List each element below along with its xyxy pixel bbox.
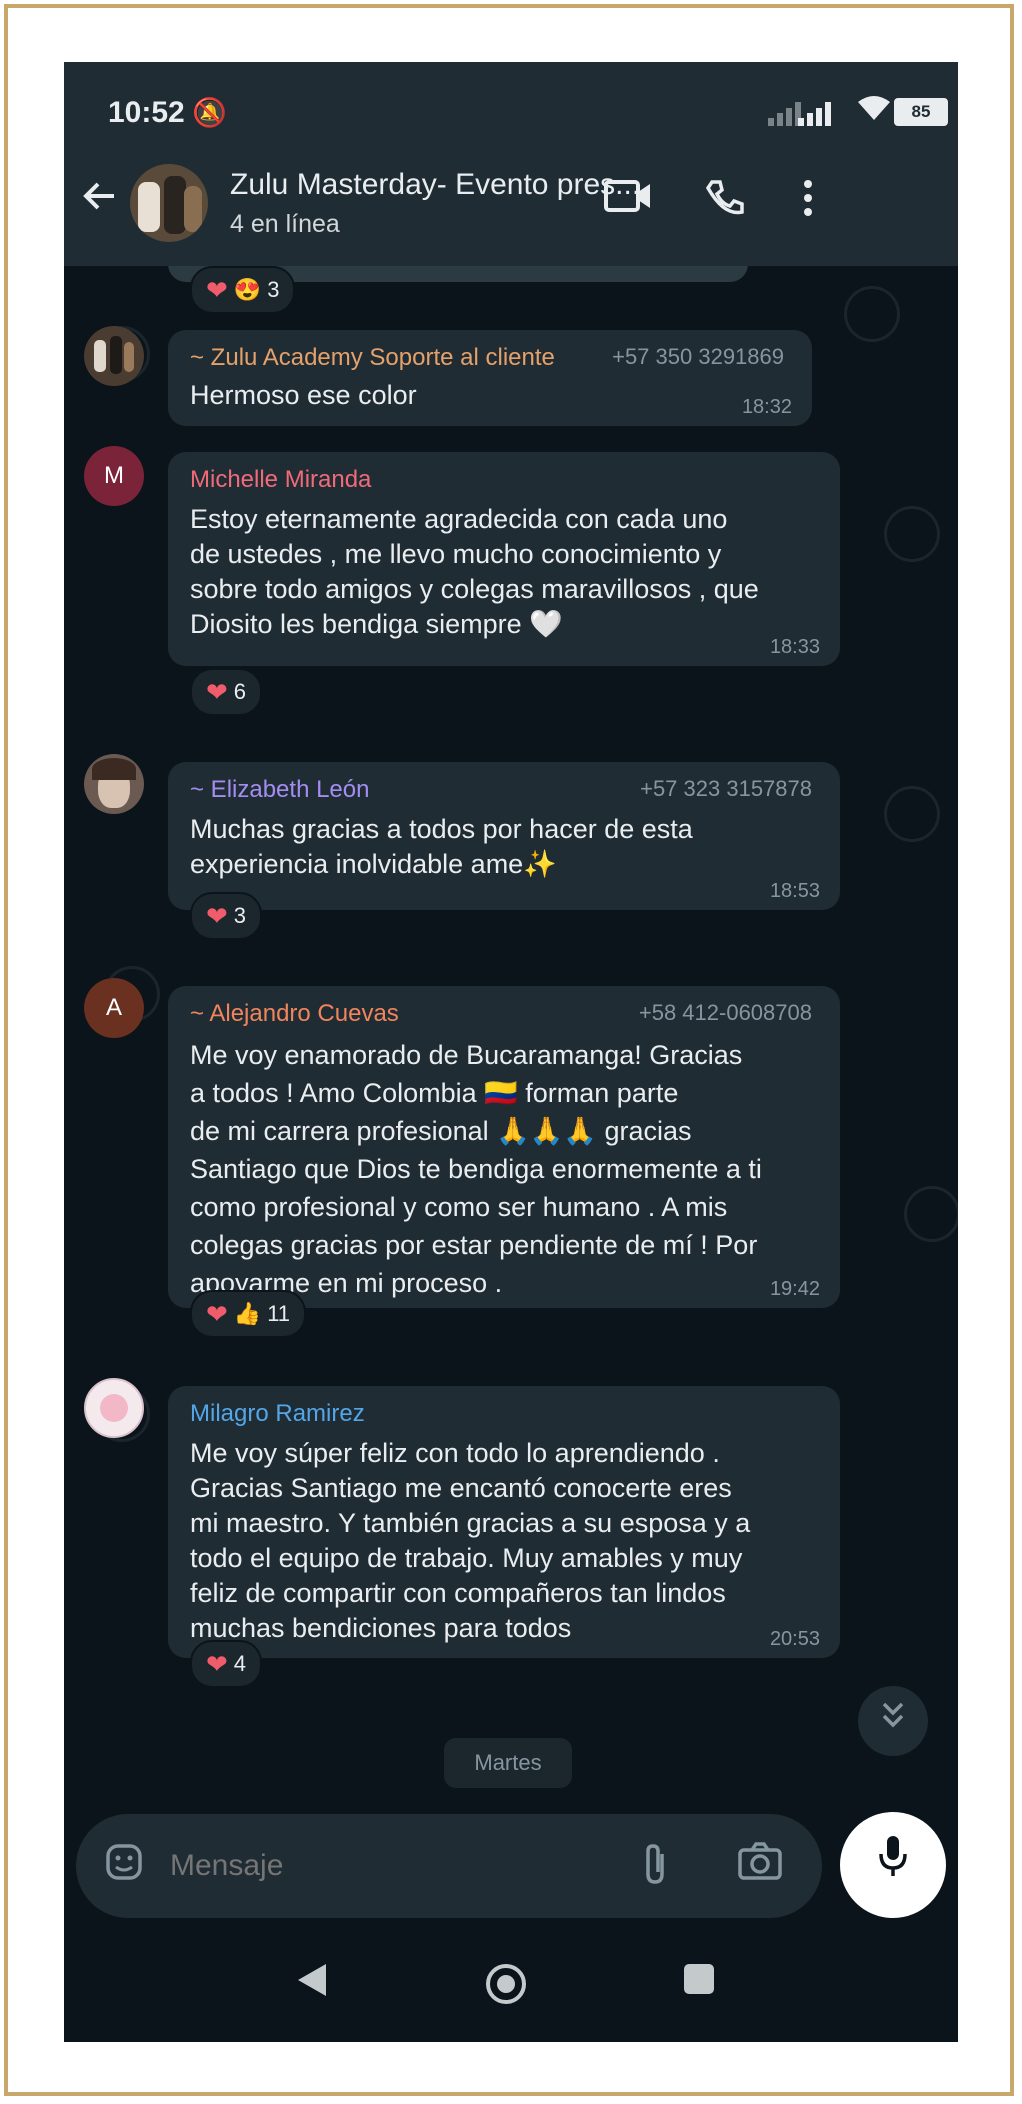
reaction-summary[interactable]: ❤ 6 bbox=[190, 668, 263, 716]
heart-eyes-icon: 😍 bbox=[233, 277, 262, 302]
nav-back-icon[interactable] bbox=[296, 1962, 328, 2008]
nav-recents-icon[interactable] bbox=[682, 1962, 716, 2006]
attach-icon[interactable] bbox=[642, 1842, 668, 1895]
back-arrow-icon[interactable] bbox=[80, 176, 120, 227]
message-bubble[interactable]: Michelle Miranda Estoy eternamente agrad… bbox=[168, 452, 840, 666]
reaction-count: 3 bbox=[267, 277, 280, 302]
sender-phone: +57 350 3291869 bbox=[612, 344, 784, 369]
chat-title[interactable]: Zulu Masterday- Evento pres... bbox=[230, 168, 640, 202]
reaction-summary[interactable]: ❤ 4 bbox=[190, 1640, 263, 1688]
chat-header: Zulu Masterday- Evento pres... 4 en líne… bbox=[64, 142, 958, 266]
sender-name[interactable]: ~ Alejandro Cuevas bbox=[190, 1000, 399, 1028]
microphone-icon[interactable] bbox=[840, 1812, 946, 1918]
avatar[interactable] bbox=[84, 326, 144, 386]
sender-name[interactable]: ~ Zulu Academy Soporte al cliente bbox=[190, 344, 555, 372]
message-bubble[interactable]: Milagro Ramirez Me voy súper feliz con t… bbox=[168, 1386, 840, 1658]
heart-icon: ❤ bbox=[206, 1648, 228, 1679]
message-text: Me voy súper feliz con todo lo aprendien… bbox=[190, 1438, 751, 1643]
group-avatar[interactable] bbox=[130, 164, 208, 242]
reaction-count: 11 bbox=[267, 1301, 291, 1326]
sender-name[interactable]: ~ Elizabeth León bbox=[190, 776, 369, 804]
status-bar: 10:52 🔕 85 bbox=[64, 62, 958, 142]
reaction-summary[interactable]: ❤ 😍 3 bbox=[190, 266, 296, 314]
phone-screen: 10:52 🔕 85 Zulu Masterday- Evento pres..… bbox=[64, 62, 958, 2042]
message-text: Muchas gracias a todos por hacer de esta… bbox=[190, 814, 693, 879]
message-time: 19:42 bbox=[769, 1278, 820, 1300]
battery-icon: 85 bbox=[894, 98, 948, 126]
sender-phone: +57 323 3157878 bbox=[640, 776, 812, 801]
message-bubble[interactable]: ~ Alejandro Cuevas +58 412-0608708 Me vo… bbox=[168, 986, 840, 1308]
signal-2-icon bbox=[768, 102, 808, 126]
thumbs-up-icon: 👍 bbox=[233, 1301, 262, 1326]
more-options-icon[interactable] bbox=[802, 178, 814, 227]
status-time: 10:52 bbox=[108, 96, 185, 129]
message-composer bbox=[76, 1814, 822, 1918]
wifi-icon bbox=[856, 94, 892, 130]
message-time: 18:53 bbox=[769, 880, 820, 902]
sender-name[interactable]: Milagro Ramirez bbox=[190, 1400, 365, 1428]
video-call-icon[interactable] bbox=[604, 178, 652, 223]
message-input[interactable] bbox=[168, 1842, 592, 1890]
message-text: Estoy eternamente agradecida con cada un… bbox=[190, 504, 759, 639]
reaction-count: 3 bbox=[233, 903, 247, 928]
nav-home-icon[interactable] bbox=[484, 1962, 528, 2016]
heart-icon: ❤ bbox=[206, 676, 228, 707]
message-list[interactable]: ❤ 😍 3 ~ Zulu Academy Soporte al cliente … bbox=[64, 266, 958, 1836]
heart-icon: ❤ bbox=[206, 900, 228, 931]
avatar[interactable] bbox=[84, 754, 144, 814]
sender-phone: +58 412-0608708 bbox=[638, 1000, 812, 1025]
system-nav-bar bbox=[64, 1952, 958, 2022]
phone-call-icon[interactable] bbox=[704, 178, 744, 227]
avatar[interactable]: A bbox=[84, 978, 144, 1038]
reaction-summary[interactable]: ❤ 👍 11 bbox=[190, 1290, 307, 1338]
message-text: Me voy enamorado de Bucaramanga! Gracias… bbox=[190, 1040, 762, 1298]
message-text: Hermoso ese color bbox=[190, 380, 417, 410]
message-bubble[interactable]: ~ Elizabeth León +57 323 3157878 Muchas … bbox=[168, 762, 840, 910]
heart-icon: ❤ bbox=[206, 1298, 228, 1329]
message-bubble[interactable]: ~ Zulu Academy Soporte al cliente +57 35… bbox=[168, 330, 812, 426]
sticker-icon[interactable] bbox=[104, 1842, 144, 1891]
avatar[interactable] bbox=[84, 1378, 144, 1438]
alarm-off-icon: 🔕 bbox=[192, 97, 227, 128]
reaction-summary[interactable]: ❤ 3 bbox=[190, 892, 263, 940]
message-time: 18:33 bbox=[769, 636, 820, 658]
date-divider: Martes bbox=[444, 1738, 572, 1788]
reaction-count: 6 bbox=[233, 679, 247, 704]
reaction-count: 4 bbox=[233, 1651, 247, 1676]
message-time: 20:53 bbox=[769, 1628, 820, 1650]
scroll-down-icon[interactable] bbox=[858, 1686, 928, 1756]
camera-icon[interactable] bbox=[738, 1842, 782, 1889]
sender-name[interactable]: Michelle Miranda bbox=[190, 466, 371, 494]
avatar[interactable]: M bbox=[84, 446, 144, 506]
heart-icon: ❤ bbox=[206, 274, 228, 305]
message-time: 18:32 bbox=[741, 396, 792, 418]
online-status: 4 en línea bbox=[230, 210, 340, 238]
